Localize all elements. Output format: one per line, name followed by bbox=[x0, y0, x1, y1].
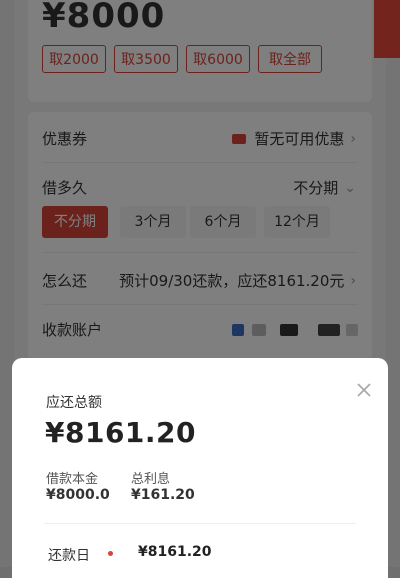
principal-label: 借款本金 bbox=[46, 472, 99, 487]
total-amount: ¥8161.20 bbox=[45, 416, 197, 449]
divider bbox=[44, 523, 356, 524]
repay-day-value: ¥8161.20 bbox=[138, 544, 212, 560]
timeline-dot bbox=[108, 551, 113, 556]
repay-day-label: 还款日 bbox=[48, 548, 90, 564]
interest-value: ¥161.20 bbox=[131, 487, 195, 503]
principal-value: ¥8000.0 bbox=[46, 487, 110, 503]
sheet-title: 应还总额 bbox=[46, 395, 102, 411]
repayment-summary-sheet: 应还总额 ¥8161.20 借款本金 ¥8000.0 总利息 ¥161.20 还… bbox=[12, 358, 388, 578]
close-icon[interactable] bbox=[354, 380, 374, 400]
interest-label: 总利息 bbox=[131, 472, 171, 487]
